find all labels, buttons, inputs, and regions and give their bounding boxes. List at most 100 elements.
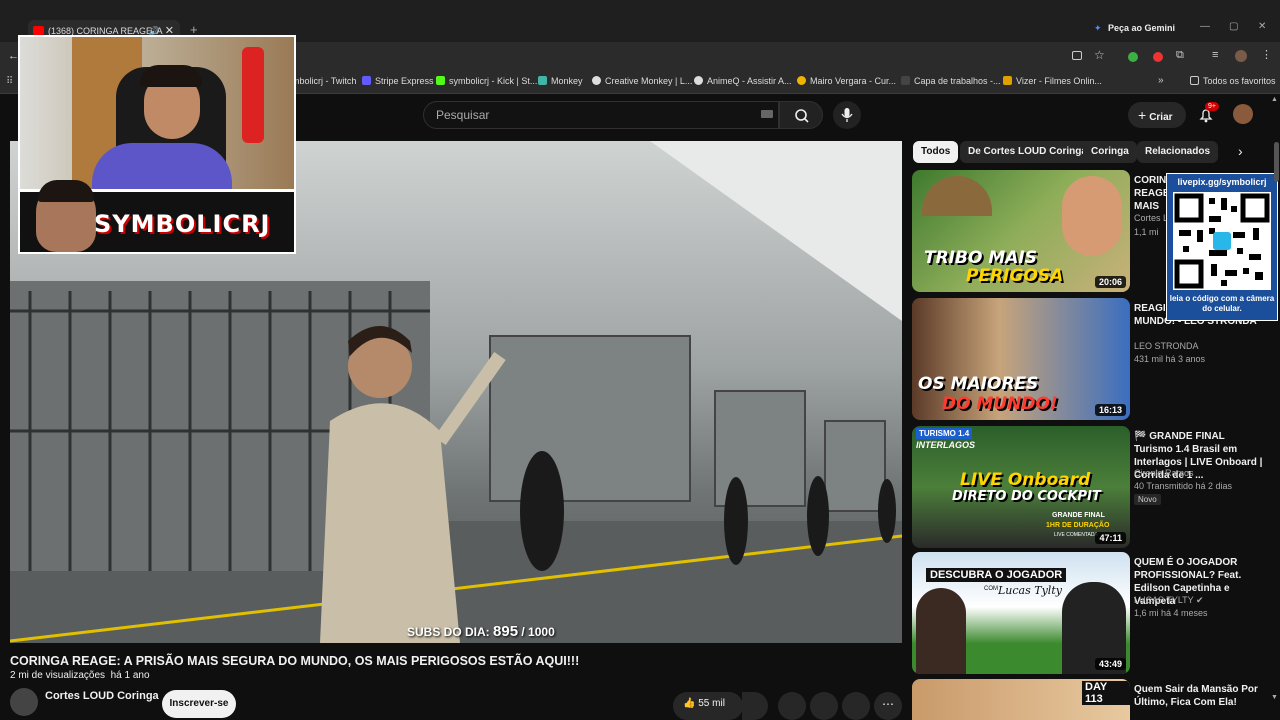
recommendation-card[interactable]: TURISMO 1.4 INTERLAGOS LIVE Onboard DIRE… (912, 426, 1272, 548)
thumbnail: DAY 113 (912, 679, 1130, 720)
streamer-name: SYMBOLICRJ (94, 210, 271, 238)
livepix-url: livepix.gg/symbolicrj (1177, 177, 1267, 187)
notifications-button[interactable]: 9+ (1196, 102, 1219, 125)
card-channel: Cirenio Ramos (1134, 468, 1194, 478)
account-avatar[interactable] (1233, 104, 1253, 124)
video-meta: 2 mi de visualizações há 1 ano (10, 670, 150, 681)
thumb-text: GRANDE FINAL (1052, 512, 1105, 519)
close-window-icon[interactable]: ✕ (1258, 21, 1266, 32)
download-button[interactable] (842, 692, 870, 720)
bookmark-item[interactable]: mbolicrj - Twitch (292, 76, 356, 86)
dislike-button[interactable] (742, 692, 768, 720)
avatar-hair (38, 180, 94, 202)
voice-search-button[interactable] (833, 101, 861, 129)
chip-related[interactable]: Relacionados (1137, 141, 1219, 163)
kick-icon (436, 76, 445, 85)
animeq-icon (694, 76, 703, 85)
qr-code-icon (1173, 192, 1271, 290)
bookmark-item[interactable]: AnimeQ - Assistir A... (694, 76, 792, 86)
notifications-badge: 9+ (1205, 102, 1219, 111)
streamer-banner: SYMBOLICRJ (18, 180, 296, 254)
gemini-button[interactable]: Peça ao Gemini (1108, 23, 1175, 33)
card-meta: 1,1 mi (1134, 227, 1159, 237)
search-input[interactable]: Pesquisar (423, 101, 779, 129)
channel-name[interactable]: Cortes LOUD Coringa (45, 690, 159, 702)
chevron-right-icon[interactable]: › (1238, 143, 1243, 159)
keyboard-icon[interactable] (761, 110, 773, 118)
card-meta: 431 mil há 3 anos (1134, 354, 1206, 364)
clip-button[interactable] (810, 692, 838, 720)
bookmark-item[interactable]: Creative Monkey | L... (592, 76, 692, 86)
create-button[interactable]: + Criar (1128, 102, 1186, 128)
youtube-favicon-icon (33, 26, 44, 35)
all-bookmarks-folder[interactable]: Todos os favoritos (1190, 76, 1276, 86)
monkey-icon (538, 76, 547, 85)
bookmark-item[interactable]: Capa de trabalhos -... (901, 76, 1001, 86)
bookmark-item[interactable]: Vizer - Filmes Onlin... (1003, 76, 1102, 86)
bookmark-item[interactable]: Mairo Vergara - Cur... (797, 76, 896, 86)
bookmark-star-icon[interactable]: ☆ (1094, 48, 1105, 62)
thumb-text: TURISMO 1.4 (916, 428, 973, 439)
card-title: CORINGA REAGE: MAIS P... MUNDO (1134, 175, 1170, 212)
media-control-icon[interactable]: ≡ (1212, 49, 1218, 61)
apps-grid-icon[interactable]: ⠿ (6, 76, 13, 87)
install-app-icon[interactable] (1072, 51, 1082, 60)
bookmark-item[interactable]: symbolicrj - Kick | St... (436, 76, 537, 86)
qr-pattern (1174, 193, 1270, 289)
maximize-icon[interactable]: ▢ (1229, 21, 1238, 32)
browser-menu-icon[interactable]: ⋮ (1261, 48, 1272, 61)
hut-shape (922, 176, 992, 216)
face-shape (1062, 176, 1122, 256)
chip-all[interactable]: Todos (913, 141, 959, 163)
extensions-puzzle-icon[interactable]: ⧉ (1176, 49, 1184, 62)
more-bookmarks-icon[interactable]: » (1158, 75, 1164, 86)
bookmark-item[interactable]: Monkey (538, 76, 583, 86)
thumb-text: PERIGOSA (966, 266, 1064, 286)
scroll-up-icon[interactable]: ▲ (1271, 96, 1278, 103)
search-button[interactable] (779, 101, 823, 129)
thumb-text: COM (984, 586, 998, 592)
microphone-icon (841, 108, 853, 122)
minimize-icon[interactable]: — (1200, 21, 1210, 32)
chip-coringa[interactable]: Coringa (1083, 141, 1137, 163)
extension-red-icon[interactable] (1153, 52, 1163, 62)
thumbnail: OS MAIORES DO MUNDO! 16:13 (912, 298, 1130, 420)
thumb-text: 1HR DE DURAÇÃO (1046, 522, 1110, 529)
channel-avatar[interactable] (10, 688, 38, 716)
duration-badge: 43:49 (1094, 658, 1126, 670)
thumb-text: INTERLAGOS (916, 440, 976, 450)
webcam-overlay (18, 35, 296, 191)
thumbnail: DESCUBRA O JOGADOR COM Lucas Tylty 43:49 (912, 552, 1130, 674)
thumb-text: DAY 113 (1082, 681, 1130, 705)
more-actions-button[interactable]: ⋯ (874, 692, 902, 720)
thumbnail: TRIBO MAIS PERIGOSA 20:06 (912, 170, 1130, 292)
like-button[interactable]: 👍 55 mil (673, 692, 743, 720)
livepix-overlay: livepix.gg/symbolicrj leia o código com … (1166, 173, 1278, 321)
recommendation-card[interactable]: DAY 113 Quem Sair da Mansão Por Último, … (912, 679, 1272, 720)
thumb-text: DIRETO DO COCKPIT (952, 489, 1101, 504)
thumbnail: TURISMO 1.4 INTERLAGOS LIVE Onboard DIRE… (912, 426, 1130, 548)
search-icon (795, 109, 809, 123)
stripe-icon (362, 76, 371, 85)
share-button[interactable] (778, 692, 806, 720)
vizer-icon (1003, 76, 1012, 85)
scroll-down-icon[interactable]: ▼ (1271, 694, 1278, 701)
video-title: CORINGA REAGE: A PRISÃO MAIS SEGURA DO M… (10, 654, 580, 668)
plus-icon: + (1138, 107, 1147, 123)
folder-icon (1190, 76, 1199, 85)
mairo-icon (797, 76, 806, 85)
card-channel: LUCAS TYLTY ✔ (1134, 595, 1204, 605)
verified-icon: ✔ (1196, 595, 1204, 605)
card-meta: 1,6 mi há 4 meses (1134, 608, 1208, 618)
subscribe-button[interactable]: Inscrever-se (162, 690, 236, 718)
bookmark-item[interactable]: Stripe Express (362, 76, 434, 86)
extension-green-icon[interactable] (1128, 52, 1138, 62)
duration-badge: 47:11 (1095, 532, 1126, 544)
chip-channel[interactable]: De Cortes LOUD Coringa (960, 141, 1095, 163)
profile-avatar[interactable] (1235, 50, 1247, 62)
recommendation-card[interactable]: DESCUBRA O JOGADOR COM Lucas Tylty 43:49… (912, 552, 1272, 674)
thumb-text: LIVE COMENTADA (1054, 532, 1098, 538)
scrollbar-thumb[interactable] (1274, 142, 1279, 182)
creative-monkey-icon (592, 76, 601, 85)
card-meta: 40 Transmitido há 2 dias (1134, 481, 1233, 491)
